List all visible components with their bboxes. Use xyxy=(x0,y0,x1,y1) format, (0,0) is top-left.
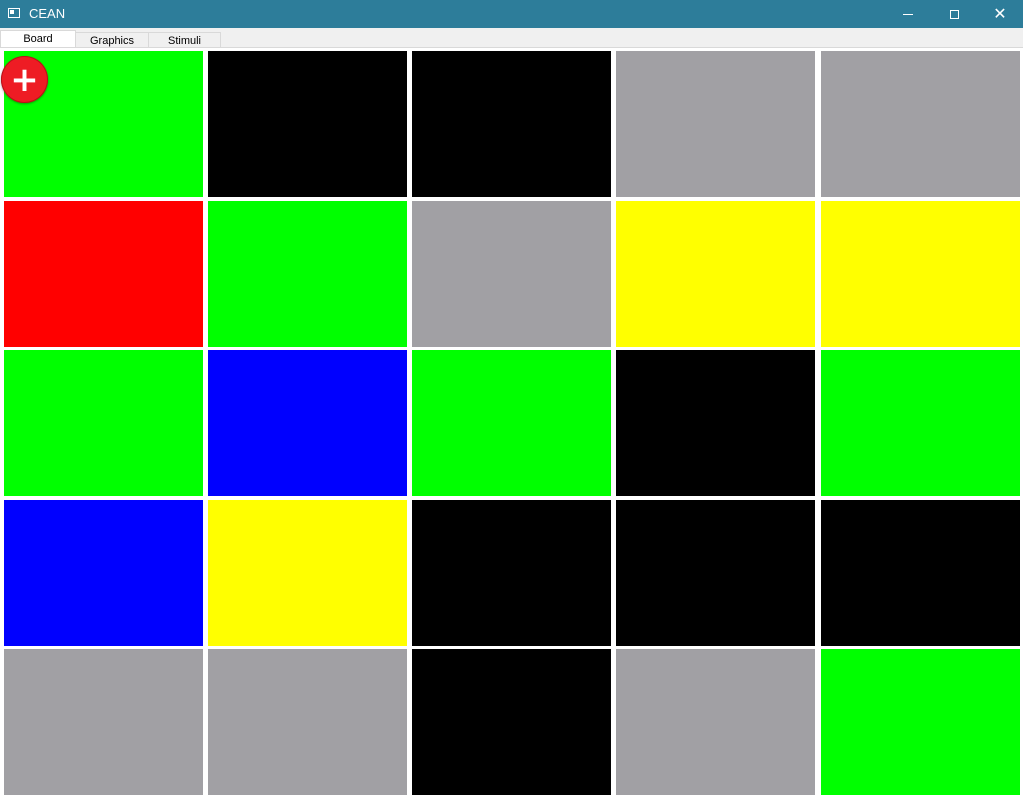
board-cell-r2-c3-gray[interactable] xyxy=(412,201,611,347)
board-cell-r5-c3-black[interactable] xyxy=(412,649,611,795)
board-cell-r2-c4-yellow[interactable] xyxy=(616,201,815,347)
board-grid xyxy=(0,47,1023,797)
board-cell-r2-c2-green[interactable] xyxy=(208,201,407,347)
window-title: CEAN xyxy=(29,6,66,21)
close-button[interactable]: ✕ xyxy=(977,0,1023,28)
tab-graphics[interactable]: Graphics xyxy=(75,32,149,48)
app-icon xyxy=(8,8,20,18)
app-window: CEAN ✕ Board Graphics Stimuli xyxy=(0,0,1023,797)
board-cell-r1-c2-black[interactable] xyxy=(208,51,407,197)
board-cell-r3-c2-blue[interactable] xyxy=(208,350,407,496)
board-cell-r2-c1-red[interactable] xyxy=(4,201,203,347)
title-bar[interactable]: CEAN ✕ xyxy=(0,0,1023,28)
board-cell-r3-c4-black[interactable] xyxy=(616,350,815,496)
maximize-icon xyxy=(949,9,959,19)
minimize-button[interactable] xyxy=(885,0,931,28)
board-cell-r5-c2-gray[interactable] xyxy=(208,649,407,795)
board-cell-r1-c4-gray[interactable] xyxy=(616,51,815,197)
board-cell-r2-c5-yellow[interactable] xyxy=(821,201,1020,347)
add-button[interactable]: + xyxy=(1,56,48,103)
board-cell-r4-c5-black[interactable] xyxy=(821,500,1020,646)
board-cell-r4-c4-black[interactable] xyxy=(616,500,815,646)
board-cell-r4-c2-yellow[interactable] xyxy=(208,500,407,646)
tab-board[interactable]: Board xyxy=(0,30,76,48)
minimize-icon xyxy=(903,13,913,15)
tab-stimuli[interactable]: Stimuli xyxy=(148,32,221,48)
board-cell-r3-c5-green[interactable] xyxy=(821,350,1020,496)
board-cell-r5-c1-gray[interactable] xyxy=(4,649,203,795)
board-cell-r4-c3-black[interactable] xyxy=(412,500,611,646)
plus-icon: + xyxy=(10,59,39,100)
board-cell-r5-c4-gray[interactable] xyxy=(616,649,815,795)
board-cell-r4-c1-blue[interactable] xyxy=(4,500,203,646)
maximize-button[interactable] xyxy=(931,0,977,28)
board-cell-r1-c3-black[interactable] xyxy=(412,51,611,197)
board-cell-r1-c5-gray[interactable] xyxy=(821,51,1020,197)
close-icon: ✕ xyxy=(993,4,1007,23)
board-cell-r5-c5-green[interactable] xyxy=(821,649,1020,795)
board-cell-r3-c1-green[interactable] xyxy=(4,350,203,496)
background-window-edge xyxy=(1023,0,1027,797)
board-cell-r3-c3-green[interactable] xyxy=(412,350,611,496)
tab-bar: Board Graphics Stimuli xyxy=(0,28,1023,48)
